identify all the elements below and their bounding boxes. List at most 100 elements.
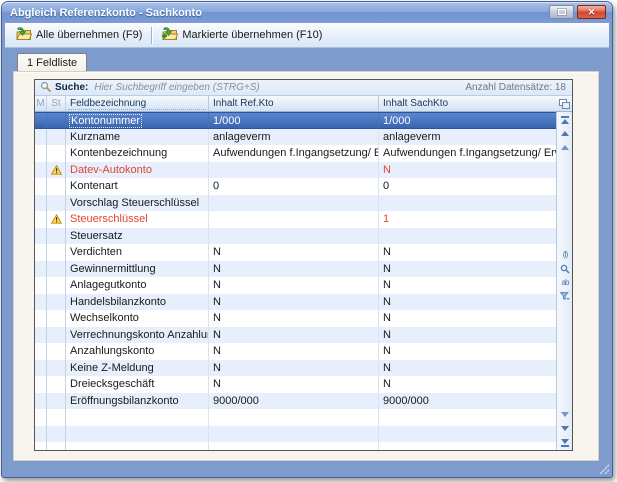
row-marker-cell bbox=[35, 277, 47, 294]
fit-columns-icon[interactable]: (I) bbox=[557, 248, 573, 261]
ref-value-cell bbox=[209, 409, 379, 426]
column-header-inhalt-sachkto[interactable]: Inhalt SachKto bbox=[379, 96, 556, 111]
table-row[interactable]: Eröffnungsbilanzkonto 9000/000 9000/000 bbox=[35, 393, 556, 410]
sach-value: N bbox=[383, 345, 391, 357]
table-row[interactable]: Verrechnungskonto AnzahlungNN bbox=[35, 327, 556, 344]
toolbar: Alle übernehmen (F9) Markierte übernehme… bbox=[5, 23, 609, 48]
grid-header: M St Feldbezeichnung Inhalt Ref.Kto Inha… bbox=[35, 96, 572, 112]
goto-first-row-button[interactable] bbox=[557, 113, 573, 126]
search-input[interactable]: Hier Suchbegriff eingeben (STRG+S) bbox=[94, 82, 259, 93]
ref-value-cell bbox=[209, 426, 379, 443]
page-up-button[interactable] bbox=[557, 127, 573, 140]
ref-value-cell: N bbox=[209, 376, 379, 393]
column-header-m[interactable]: M bbox=[35, 96, 47, 111]
table-row[interactable]: GewinnermittlungNN bbox=[35, 261, 556, 278]
row-up-button[interactable] bbox=[557, 141, 573, 154]
ref-value-cell: 9000/000 bbox=[209, 393, 379, 410]
column-header-feldbezeichnung[interactable]: Feldbezeichnung bbox=[66, 96, 209, 111]
table-row[interactable]: Keine Z-MeldungNN bbox=[35, 360, 556, 377]
sach-value: Aufwendungen f.Ingangsetzung/ Erweit.d.G… bbox=[383, 147, 556, 159]
field-name: Keine Z-Meldung bbox=[70, 362, 154, 374]
table-row[interactable]: VerdichtenNN bbox=[35, 244, 556, 261]
field-name: Eröffnungsbilanzkonto bbox=[70, 395, 179, 407]
field-name-cell: Verdichten bbox=[66, 244, 209, 261]
ref-value-cell bbox=[209, 195, 379, 212]
table-row[interactable]: WechselkontoNN bbox=[35, 310, 556, 327]
row-status-cell bbox=[47, 360, 66, 377]
resize-grip[interactable] bbox=[599, 464, 609, 474]
sach-value-cell bbox=[379, 442, 556, 450]
search-bar[interactable]: Suche: Hier Suchbegriff eingeben (STRG+S… bbox=[35, 80, 572, 96]
apply-all-button[interactable]: Alle übernehmen (F9) bbox=[9, 25, 148, 46]
field-name: Gewinnermittlung bbox=[70, 263, 156, 275]
apply-marked-button[interactable]: Markierte übernehmen (F10) bbox=[155, 25, 328, 46]
sach-value-cell bbox=[379, 409, 556, 426]
sach-value-cell: 9000/000 bbox=[379, 393, 556, 410]
sach-value-cell: N bbox=[379, 310, 556, 327]
sach-value: N bbox=[383, 246, 391, 258]
row-down-button[interactable] bbox=[557, 408, 573, 421]
page-down-button[interactable] bbox=[557, 422, 573, 435]
tab-feldliste[interactable]: 1 Feldliste bbox=[17, 53, 87, 72]
row-status-cell bbox=[47, 211, 66, 228]
search-tool-icon[interactable] bbox=[557, 262, 573, 275]
apply-marked-icon bbox=[161, 27, 178, 44]
row-status-cell bbox=[47, 409, 66, 426]
ref-value-cell: N bbox=[209, 294, 379, 311]
row-marker-cell bbox=[35, 310, 47, 327]
ref-value-cell bbox=[209, 162, 379, 179]
row-status-cell bbox=[47, 376, 66, 393]
row-marker-cell bbox=[35, 294, 47, 311]
close-button[interactable]: ✕ bbox=[577, 5, 606, 19]
table-row[interactable]: Datev-AutokontoN bbox=[35, 162, 556, 179]
field-name-cell bbox=[66, 426, 209, 443]
sach-value-cell: N bbox=[379, 360, 556, 377]
apply-all-label: Alle übernehmen (F9) bbox=[36, 29, 142, 41]
field-name-cell: Wechselkonto bbox=[66, 310, 209, 327]
app-window: Abgleich Referenzkonto - Sachkonto ✕ All… bbox=[1, 1, 613, 478]
table-row[interactable]: Steuerschlüssel1 bbox=[35, 211, 556, 228]
table-row[interactable]: Kontonummer1/0001/000 bbox=[35, 112, 556, 129]
table-row[interactable]: AnlagegutkontoNN bbox=[35, 277, 556, 294]
field-name-cell: Dreiecksgeschäft bbox=[66, 376, 209, 393]
tab-page: Suche: Hier Suchbegriff eingeben (STRG+S… bbox=[13, 71, 599, 461]
grid-body: Kontonummer1/0001/000Kurznameanlageverma… bbox=[35, 112, 556, 450]
table-row[interactable]: DreiecksgeschäftNN bbox=[35, 376, 556, 393]
table-row[interactable]: KontenbezeichnungAufwendungen f.Ingangse… bbox=[35, 145, 556, 162]
empty-row bbox=[35, 442, 556, 450]
empty-row bbox=[35, 409, 556, 426]
table-row[interactable]: Steuersatz bbox=[35, 228, 556, 245]
search-icon bbox=[40, 81, 51, 95]
field-name: Steuerschlüssel bbox=[70, 213, 148, 225]
sach-value-cell: anlageverm bbox=[379, 129, 556, 146]
row-marker-cell bbox=[35, 442, 47, 450]
column-chooser-button[interactable] bbox=[556, 96, 572, 111]
table-row[interactable]: Vorschlag Steuerschlüssel bbox=[35, 195, 556, 212]
restore-button[interactable] bbox=[549, 5, 574, 19]
row-marker-cell bbox=[35, 178, 47, 195]
table-row[interactable]: Kurznameanlagevermanlageverm bbox=[35, 129, 556, 146]
column-header-st[interactable]: St bbox=[47, 96, 66, 111]
restore-icon bbox=[558, 9, 566, 15]
screen: Abgleich Referenzkonto - Sachkonto ✕ All… bbox=[0, 0, 617, 482]
goto-last-row-button[interactable] bbox=[557, 436, 573, 449]
table-row[interactable]: HandelsbilanzkontoNN bbox=[35, 294, 556, 311]
search-label: Suche: bbox=[55, 82, 88, 93]
sach-value: N bbox=[383, 296, 391, 308]
field-name-cell: Eröffnungsbilanzkonto bbox=[66, 393, 209, 410]
row-marker-cell bbox=[35, 327, 47, 344]
window-title: Abgleich Referenzkonto - Sachkonto bbox=[2, 7, 202, 19]
table-row[interactable]: AnzahlungskontoNN bbox=[35, 343, 556, 360]
filter-icon[interactable] bbox=[557, 290, 573, 303]
row-marker-cell bbox=[35, 145, 47, 162]
table-row[interactable]: Kontenart00 bbox=[35, 178, 556, 195]
field-name: Dreiecksgeschäft bbox=[70, 378, 154, 390]
row-marker-cell bbox=[35, 228, 47, 245]
sach-value: 9000/000 bbox=[383, 395, 429, 407]
titlebar[interactable]: Abgleich Referenzkonto - Sachkonto ✕ bbox=[2, 2, 612, 23]
column-header-inhalt-refkto[interactable]: Inhalt Ref.Kto bbox=[209, 96, 379, 111]
scroll-bottom-group bbox=[557, 408, 573, 449]
sach-value-cell: N bbox=[379, 244, 556, 261]
sort-tool-icon[interactable]: ab bbox=[557, 276, 573, 289]
warning-icon bbox=[51, 214, 62, 224]
